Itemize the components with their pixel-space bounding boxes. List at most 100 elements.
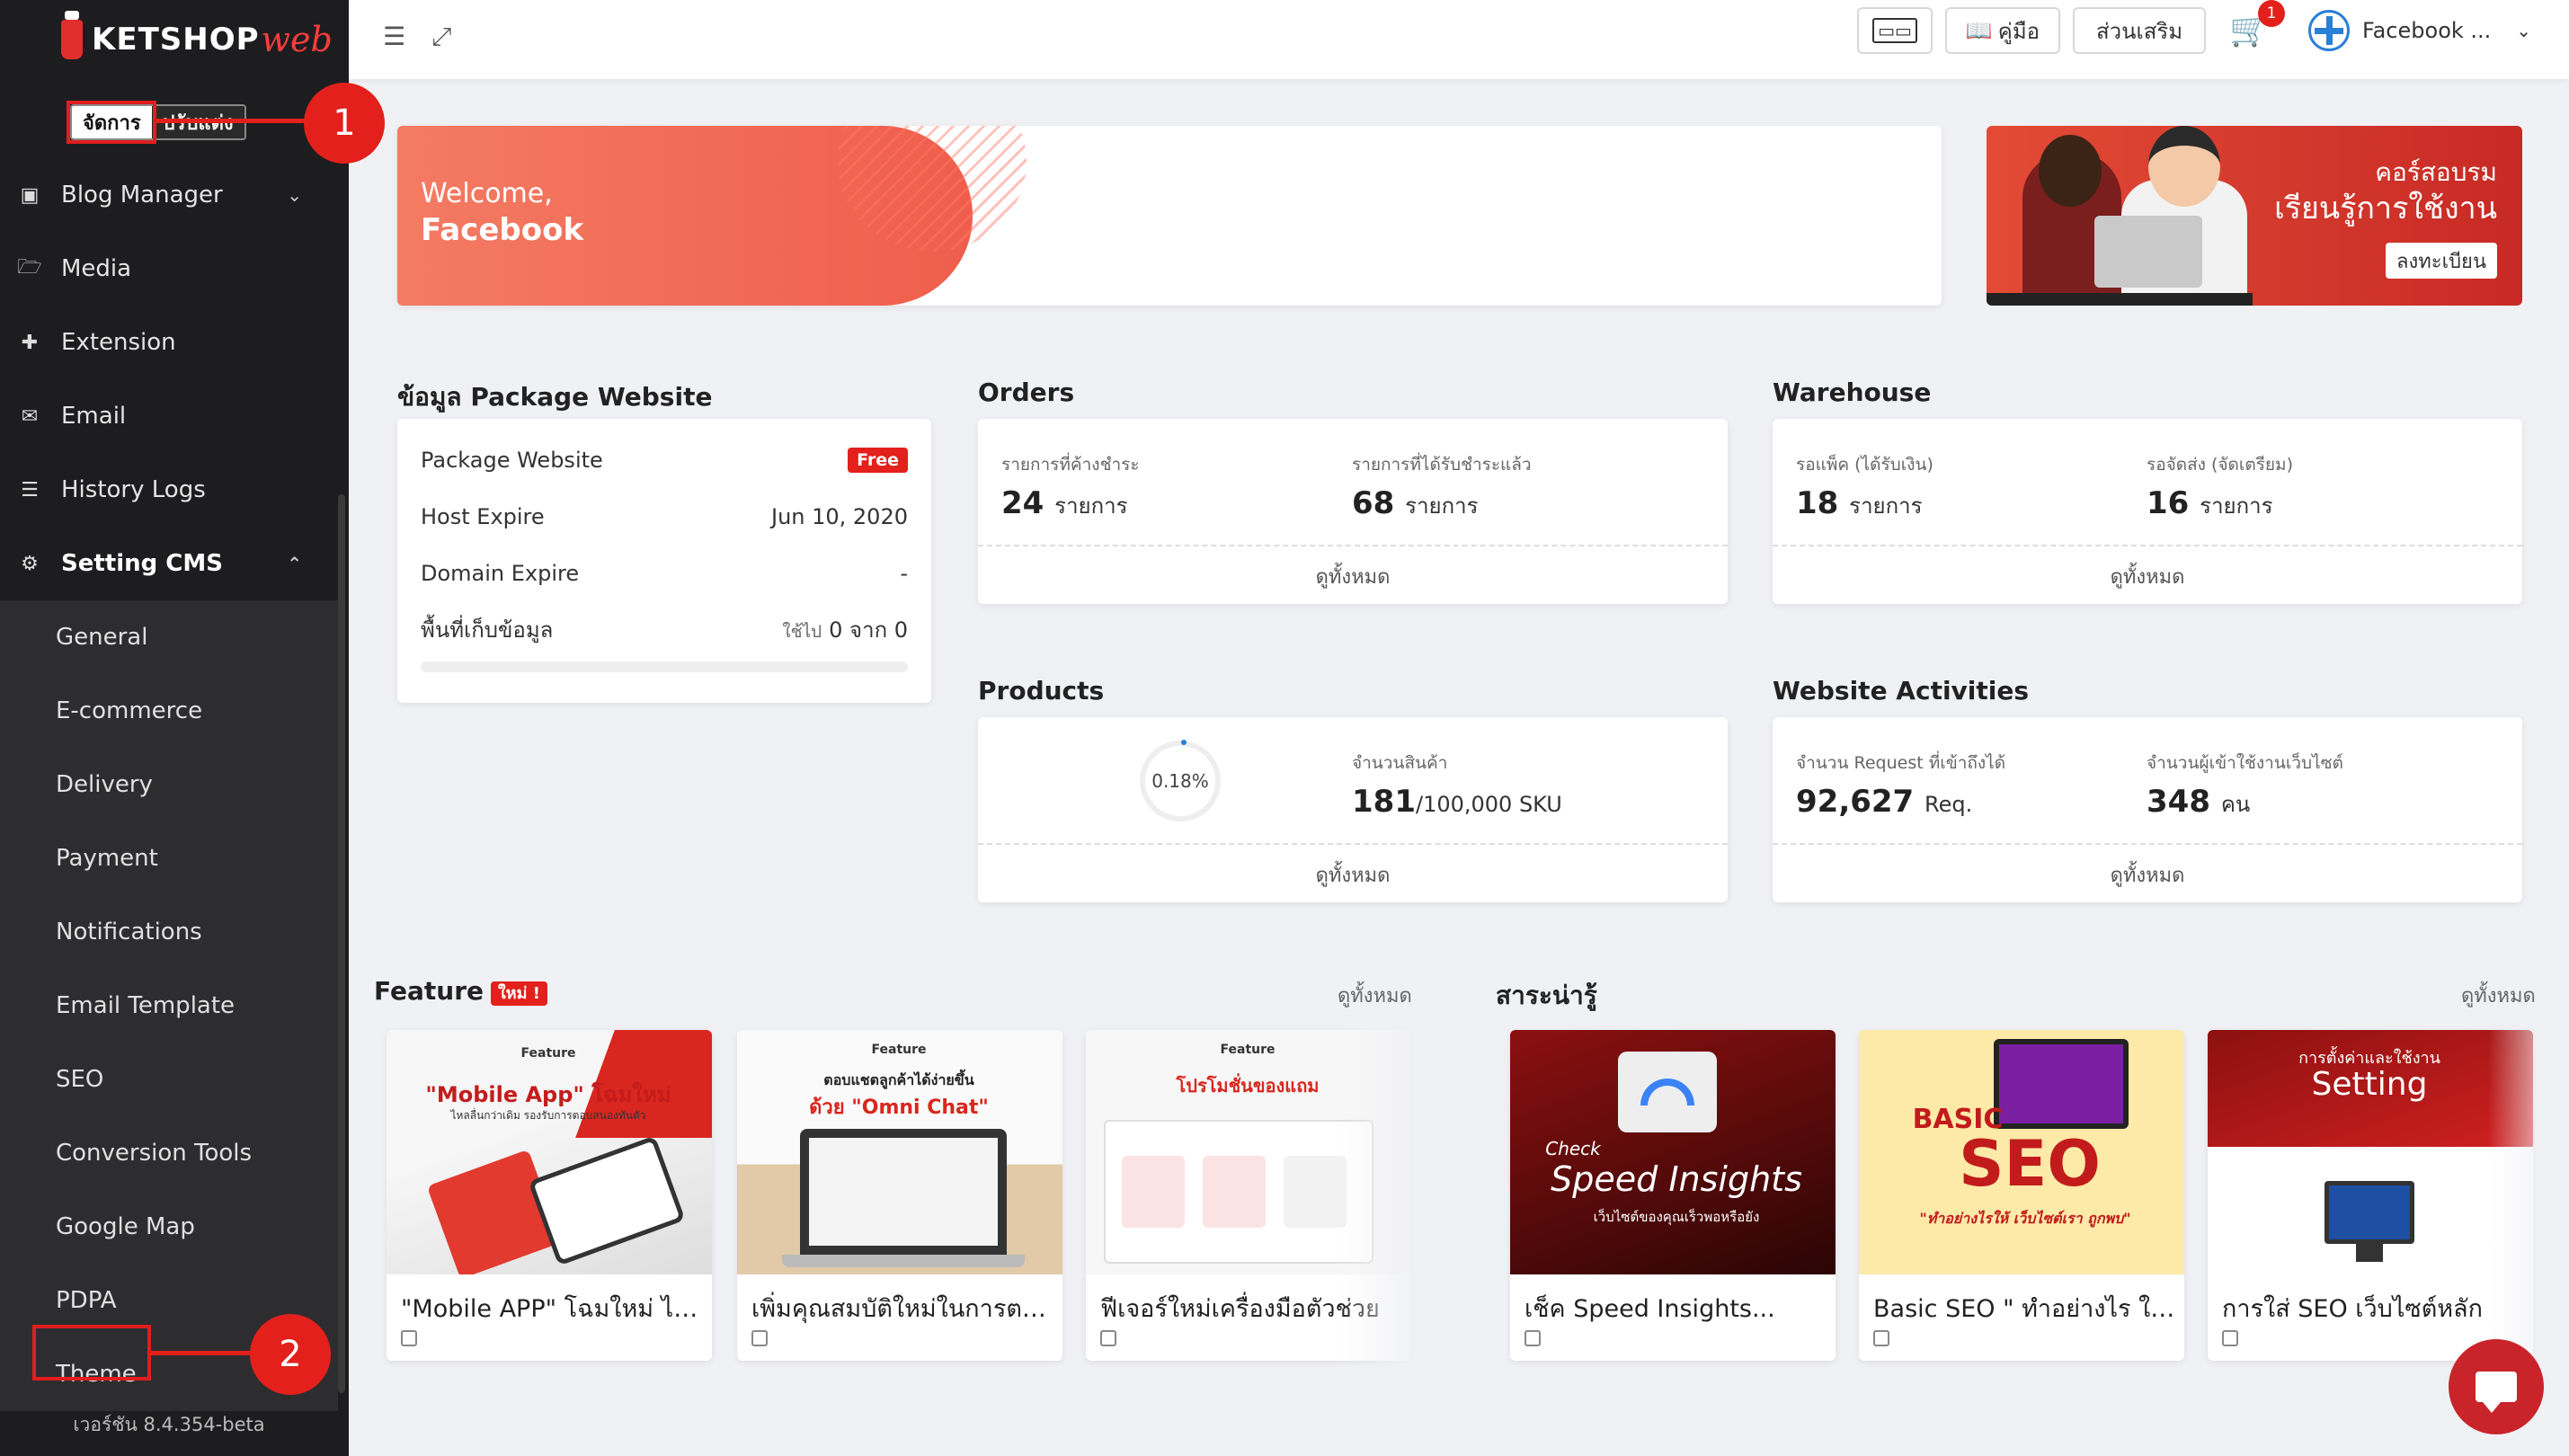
calendar-icon [1525, 1330, 1541, 1346]
stat-paid: รายการที่ได้รับชำระแล้ว 68 รายการ [1352, 451, 1532, 523]
promo-person-man-head [2148, 126, 2220, 207]
package-row: Host Expire Jun 10, 2020 [421, 499, 908, 535]
highlight-box-manage [67, 101, 156, 144]
sidebar-subitem-notifications[interactable]: Notifications [0, 895, 338, 969]
sidebar-subitem-ecommerce[interactable]: E-commerce [0, 674, 338, 748]
book-icon: 📖 [1965, 18, 1993, 43]
calendar-icon [2222, 1330, 2238, 1346]
activities-view-all-link[interactable]: ดูทั้งหมด [1773, 859, 2522, 891]
sidebar-subitem-seo[interactable]: SEO [0, 1043, 338, 1116]
sidebar-subitem-google-map[interactable]: Google Map [0, 1190, 338, 1264]
sidebar-subitem-payment[interactable]: Payment [0, 821, 338, 895]
feature-view-all-link[interactable]: ดูทั้งหมด [1338, 980, 1412, 1011]
sidebar-subitem-email-template[interactable]: Email Template [0, 969, 338, 1043]
stat-number: 181 [1352, 784, 1416, 820]
addon-button[interactable]: ส่วนเสริม [2073, 7, 2206, 54]
logo-accent: web [261, 20, 333, 59]
chat-bubble-icon [2476, 1372, 2517, 1413]
feature-scroll-fade [1339, 1016, 1420, 1375]
article-card[interactable]: Check Speed Insights เว็บไซต์ของคุณเร็วพ… [1510, 1030, 1836, 1361]
callout-line-2 [151, 1351, 259, 1355]
package-row-label: Host Expire [421, 504, 545, 529]
stat-value: 16 รายการ [2147, 485, 2293, 523]
stat-unit: คน [2220, 792, 2251, 817]
promo-bottom-strip [1987, 293, 2253, 306]
sidebar-subitem-general[interactable]: General [0, 600, 338, 674]
stat-requests: จำนวน Request ที่เข้าถึงได้ 92,627 Req. [1796, 750, 2005, 820]
art-subline: ด้วย "Omni Chat" [809, 1096, 989, 1119]
stat-value: 92,627 Req. [1796, 784, 2005, 820]
sidebar-item-history-logs[interactable]: ☰ History Logs [0, 453, 338, 527]
sidebar-item-label: Email [61, 403, 127, 430]
storage-prefix: ใช้ไป [782, 621, 822, 642]
stat-number: 348 [2147, 784, 2210, 820]
feature-card-title: เพิ่มคุณสมบัติใหม่ในการตอ... [751, 1295, 1057, 1323]
stat-visitors: จำนวนผู้เข้าใช้งานเว็บไซต์ 348 คน [2147, 750, 2343, 821]
feature-card[interactable]: Feature ตอบแชตลูกค้าได้ง่ายขึ้น ด้วย "Om… [737, 1030, 1062, 1361]
sidebar-scrollbar[interactable] [338, 494, 345, 1393]
package-row-value: Jun 10, 2020 [770, 504, 908, 529]
art-laptop-base [782, 1255, 1025, 1267]
orders-view-all-link[interactable]: ดูทั้งหมด [978, 561, 1728, 592]
user-name: Facebook ... [2362, 18, 2492, 43]
feature-card[interactable]: Feature "Mobile App" โฉมใหม่ ไหลลื่นกว่า… [387, 1030, 712, 1361]
sidebar-item-email[interactable]: ✉ Email [0, 379, 338, 453]
menu-collapse-icon[interactable]: ☰ [383, 22, 405, 51]
sidebar-subitem-label: General [56, 624, 148, 651]
fullscreen-icon[interactable]: ⤢ [431, 22, 451, 52]
sidebar-item-blog-manager[interactable]: ▣ Blog Manager ⌄ [0, 158, 338, 232]
sidebar-subitem-label: SEO [56, 1066, 104, 1093]
sidebar-subitem-delivery[interactable]: Delivery [0, 748, 338, 821]
stat-number: 18 [1796, 485, 1839, 521]
sidebar-subitem-label: Payment [56, 845, 158, 872]
art-subline: ไหลลื่นกว่าเดิม รองรับการตอบสนองทันตัว [450, 1109, 646, 1122]
package-row-label: Package Website [421, 448, 603, 473]
article-card[interactable]: BASIC SEO "ทำอย่างไรให้ เว็บไซต์เรา ถูกพ… [1859, 1030, 2184, 1361]
products-view-all-link[interactable]: ดูทั้งหมด [978, 859, 1728, 891]
knowledge-title: สาระน่ารู้ [1496, 981, 1597, 1010]
stat-value: 181/100,000 SKU [1352, 784, 1562, 820]
stat-number: 24 [1001, 485, 1044, 521]
storage-progress-bar [421, 661, 908, 672]
article-card-image: BASIC SEO "ทำอย่างไรให้ เว็บไซต์เรา ถูกพ… [1859, 1030, 2184, 1274]
callout-badge-2: 2 [250, 1314, 331, 1395]
envelope-icon: ✉ [21, 404, 39, 428]
logo-cup-icon [61, 11, 83, 59]
promo-laptop [2094, 216, 2202, 288]
user-menu[interactable]: Facebook ... ⌄ [2308, 7, 2531, 54]
warehouse-title: Warehouse [1773, 377, 1932, 407]
training-promo-banner[interactable]: คอร์สอบรม เรียนรู้การใช้งาน ลงทะเบียน [1987, 126, 2522, 306]
feature-title: Feature [374, 976, 484, 1006]
logo[interactable]: KETSHOP web [61, 11, 333, 67]
list-icon: ☰ [21, 478, 39, 502]
divider [1773, 843, 2522, 845]
orders-title: Orders [978, 377, 1075, 407]
article-card[interactable]: การตั้งค่าและใช้งาน Setting การใส่ SEO เ… [2208, 1030, 2533, 1361]
calendar-icon [1100, 1330, 1116, 1346]
product-usage-ring: 0.18% [1140, 740, 1221, 821]
promo-register-button[interactable]: ลงทะเบียน [2386, 243, 2497, 279]
art-monitor [2325, 1181, 2414, 1244]
sidebar-item-media[interactable]: 🗁 Media [0, 232, 338, 306]
sidebar-item-extension[interactable]: ✚ Extension [0, 306, 338, 379]
package-row: พื้นที่เก็บข้อมูล ใช้ไป 0 จาก 0 [421, 611, 908, 647]
stat-waiting-pack: รอแพ็ค (ได้รับเงิน) 18 รายการ [1796, 451, 1933, 523]
sidebar-item-setting-cms[interactable]: ⚙ Setting CMS ⌃ [0, 527, 338, 600]
manual-button[interactable]: 📖 คู่มือ [1945, 7, 2060, 54]
knowledge-view-all-link[interactable]: ดูทั้งหมด [2461, 980, 2536, 1011]
sidebar: KETSHOP web จัดการ ปรับแต่ง ▣ Blog Manag… [0, 0, 349, 1456]
chevron-down-icon: ⌄ [287, 184, 302, 206]
package-row-label: พื้นที่เก็บข้อมูล [421, 617, 554, 643]
language-button[interactable]: ▭▭ [1857, 7, 1933, 54]
chat-button[interactable] [2449, 1339, 2544, 1434]
addon-label: ส่วนเสริม [2095, 18, 2183, 44]
warehouse-view-all-link[interactable]: ดูทั้งหมด [1773, 561, 2522, 592]
orders-card: รายการที่ค้างชำระ 24 รายการ รายการที่ได้… [978, 419, 1728, 604]
art-product-1 [1122, 1156, 1185, 1228]
sidebar-subitem-conversion-tools[interactable]: Conversion Tools [0, 1116, 338, 1190]
art-headline: SEO [1959, 1127, 2101, 1201]
products-card: 0.18% จำนวนสินค้า 181/100,000 SKU ดูทั้ง… [978, 717, 1728, 902]
sidebar-subitem-label: Delivery [56, 771, 153, 798]
calendar-icon [401, 1330, 417, 1346]
stat-unit: รายการ [1054, 493, 1128, 519]
